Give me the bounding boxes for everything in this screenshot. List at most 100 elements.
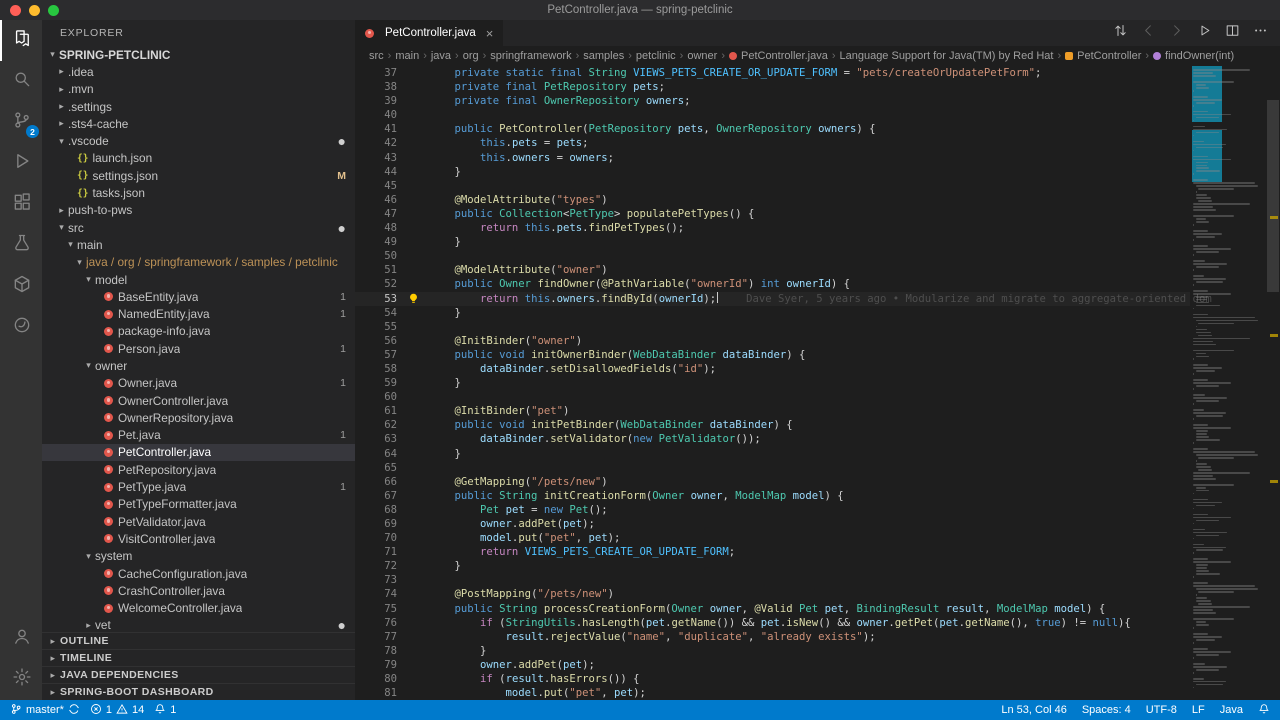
code-line-58[interactable]: 58 dataBinder.setDisallowedFields("id");	[355, 362, 1190, 376]
tree-item-pettypeformatter-java[interactable]: PetTypeFormatter.java	[42, 496, 355, 513]
tree-item-baseentity-java[interactable]: BaseEntity.java1	[42, 288, 355, 305]
activity-item-search[interactable]	[0, 61, 42, 102]
tree-item-idea[interactable]: ▸.idea	[42, 63, 355, 80]
tree-item-settings-json[interactable]: {}settings.jsonM	[42, 167, 355, 184]
activity-item-explorer[interactable]	[0, 20, 42, 61]
breadcrumb-org[interactable]: org	[463, 50, 479, 62]
close-tab-icon[interactable]	[486, 26, 494, 41]
code-line-67[interactable]: 67 public String initCreationForm(Owner …	[355, 489, 1190, 503]
tree-item-visitcontroller-java[interactable]: VisitController.java	[42, 530, 355, 547]
activity-item-run-debug[interactable]	[0, 143, 42, 184]
code-line-47[interactable]: 47 public Collection<PetType> populatePe…	[355, 207, 1190, 221]
code-line-50[interactable]: 50	[355, 249, 1190, 263]
code-line-53[interactable]: 53 return this.owners.findById(ownerId);…	[355, 292, 1190, 306]
indentation-setting[interactable]: Spaces: 4	[1082, 704, 1131, 716]
code-line-56[interactable]: 56 @InitBinder("owner")	[355, 334, 1190, 348]
tree-item-owner[interactable]: ▾owner	[42, 357, 355, 374]
code-line-42[interactable]: 42 this.pets = pets;	[355, 136, 1190, 150]
code-line-55[interactable]: 55	[355, 320, 1190, 334]
code-line-61[interactable]: 61 @InitBinder("pet")	[355, 404, 1190, 418]
editor-scrollbar[interactable]	[1266, 66, 1280, 700]
breadcrumb-petcontroller[interactable]: PetController	[1065, 50, 1141, 62]
breadcrumb-language-support-for-java-tm-by-red-hat[interactable]: Language Support for Java(TM) by Red Hat	[839, 50, 1053, 62]
alerts-indicator[interactable]: 1	[154, 703, 176, 718]
section-spring-boot-dashboard[interactable]: ▸SPRING-BOOT DASHBOARD	[42, 683, 355, 700]
navigate-forward-icon[interactable]	[1169, 23, 1184, 43]
section-outline[interactable]: ▸OUTLINE	[42, 632, 355, 649]
activity-item-extensions[interactable]	[0, 184, 42, 225]
run-icon[interactable]	[1197, 23, 1212, 43]
tree-item-welcomecontroller-java[interactable]: WelcomeController.java	[42, 600, 355, 617]
tree-item-settings[interactable]: ▸.settings	[42, 98, 355, 115]
tree-item-vscode[interactable]: ▾.vscode●	[42, 132, 355, 149]
breadcrumb-src[interactable]: src	[369, 50, 384, 62]
code-line-69[interactable]: 69 owner.addPet(pet);	[355, 517, 1190, 531]
code-line-75[interactable]: 75 public String processCreationForm(Own…	[355, 602, 1190, 616]
tree-item-petvalidator-java[interactable]: PetValidator.java	[42, 513, 355, 530]
code-line-77[interactable]: 77 result.rejectValue("name", "duplicate…	[355, 630, 1190, 644]
code-line-65[interactable]: 65	[355, 461, 1190, 475]
activity-item-settings-gear[interactable]	[0, 659, 42, 700]
breadcrumb-petclinic[interactable]: petclinic	[636, 50, 676, 62]
split-editor-icon[interactable]	[1225, 23, 1240, 43]
tree-item-sts4-cache[interactable]: ▸.sts4-cache	[42, 115, 355, 132]
code-line-78[interactable]: 78 }	[355, 644, 1190, 658]
breadcrumb-owner[interactable]: owner	[687, 50, 717, 62]
code-line-68[interactable]: 68 Pet pet = new Pet();	[355, 503, 1190, 517]
breadcrumb-java[interactable]: java	[431, 50, 451, 62]
tree-item-crashcontroller-java[interactable]: CrashController.java	[42, 582, 355, 599]
tree-item-vet[interactable]: ▸vet●	[42, 617, 355, 632]
tree-item-system[interactable]: ▾system	[42, 548, 355, 565]
code-line-66[interactable]: 66 @GetMapping("/pets/new")	[355, 475, 1190, 489]
code-line-41[interactable]: 41 public PetController(PetRepository pe…	[355, 122, 1190, 136]
code-line-59[interactable]: 59 }	[355, 376, 1190, 390]
activity-item-account[interactable]	[0, 618, 42, 659]
tree-root-spring-petclinic[interactable]: ▾SPRING-PETCLINIC	[42, 46, 355, 63]
title-bar[interactable]: PetController.java — spring-petclinic	[0, 0, 1280, 20]
tree-item-pettype-java[interactable]: PetType.java1	[42, 478, 355, 495]
code-line-60[interactable]: 60	[355, 390, 1190, 404]
tree-item-java-org-springframework-samples-petclinic[interactable]: ▾java / org / springframework / samples …	[42, 254, 355, 271]
code-line-44[interactable]: 44 }	[355, 165, 1190, 179]
eol-setting[interactable]: LF	[1192, 704, 1205, 716]
tree-item-person-java[interactable]: Person.java1	[42, 340, 355, 357]
code-line-70[interactable]: 70 model.put("pet", pet);	[355, 531, 1190, 545]
code-line-46[interactable]: 46 @ModelAttribute("types")	[355, 193, 1190, 207]
code-line-49[interactable]: 49 }	[355, 235, 1190, 249]
close-window-button[interactable]	[10, 5, 21, 16]
tree-item-mvn[interactable]: ▸.mvn	[42, 81, 355, 98]
code-line-54[interactable]: 54 }	[355, 306, 1190, 320]
zoom-window-button[interactable]	[48, 5, 59, 16]
code-line-62[interactable]: 62 public void initPetBinder(WebDataBind…	[355, 418, 1190, 432]
tree-item-namedentity-java[interactable]: NamedEntity.java1	[42, 305, 355, 322]
code-line-40[interactable]: 40	[355, 108, 1190, 122]
breadcrumb-findowner-int[interactable]: findOwner(int)	[1153, 50, 1234, 62]
tree-item-owner-java[interactable]: Owner.java1	[42, 375, 355, 392]
section-java-dependencies[interactable]: ▸JAVA DEPENDENCIES	[42, 666, 355, 683]
tree-item-ownercontroller-java[interactable]: OwnerController.java	[42, 392, 355, 409]
code-line-52[interactable]: 52 public Owner findOwner(@PathVariable(…	[355, 277, 1190, 291]
tree-item-main[interactable]: ▾main	[42, 236, 355, 253]
tree-item-launch-json[interactable]: {}launch.json	[42, 150, 355, 167]
code-line-63[interactable]: 63 dataBinder.setValidator(new PetValida…	[355, 432, 1190, 446]
code-line-72[interactable]: 72 }	[355, 559, 1190, 573]
language-mode[interactable]: Java	[1220, 704, 1243, 716]
code-editor[interactable]: 37 private static final String VIEWS_PET…	[355, 66, 1190, 700]
git-branch-indicator[interactable]: master*	[10, 703, 80, 718]
breadcrumb-samples[interactable]: samples	[583, 50, 624, 62]
breadcrumb-main[interactable]: main	[395, 50, 419, 62]
tree-item-tasks-json[interactable]: {}tasks.json	[42, 184, 355, 201]
code-line-43[interactable]: 43 this.owners = owners;	[355, 151, 1190, 165]
code-line-74[interactable]: 74 @PostMapping("/pets/new")	[355, 587, 1190, 601]
code-line-57[interactable]: 57 public void initOwnerBinder(WebDataBi…	[355, 348, 1190, 362]
code-line-64[interactable]: 64 }	[355, 447, 1190, 461]
activity-item-source-control[interactable]: 2	[0, 102, 42, 143]
activity-item-testing[interactable]	[0, 225, 42, 266]
tree-item-cacheconfiguration-java[interactable]: CacheConfiguration.java	[42, 565, 355, 582]
tree-item-package-info-java[interactable]: package-info.java	[42, 323, 355, 340]
code-line-48[interactable]: 48 return this.pets.findPetTypes();	[355, 221, 1190, 235]
more-actions-icon[interactable]	[1253, 23, 1268, 43]
open-changes-icon[interactable]	[1113, 23, 1128, 43]
breadcrumb-springframework[interactable]: springframework	[490, 50, 571, 62]
code-line-51[interactable]: 51 @ModelAttribute("owner")	[355, 263, 1190, 277]
